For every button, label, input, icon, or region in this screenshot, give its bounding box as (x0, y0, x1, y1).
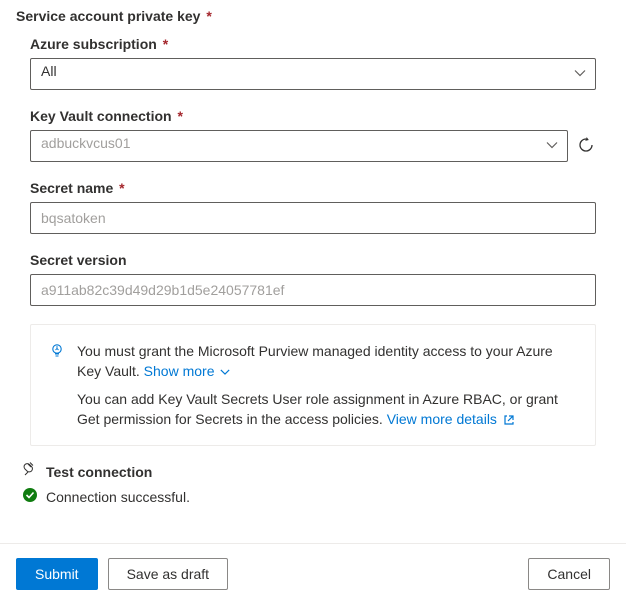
info-box: You must grant the Microsoft Purview man… (30, 324, 596, 446)
show-more-text: Show more (144, 363, 215, 379)
info-para-2: You can add Key Vault Secrets User role … (77, 389, 577, 429)
lightbulb-icon (49, 343, 65, 362)
footer-right: Cancel (528, 558, 610, 590)
keyvault-row: adbuckvcus01 (30, 130, 596, 162)
plug-icon (22, 462, 38, 481)
show-more-link[interactable]: Show more (144, 363, 231, 379)
info-content: You must grant the Microsoft Purview man… (77, 341, 577, 429)
secretversion-input[interactable] (30, 274, 596, 306)
field-secretversion: Secret version (30, 252, 596, 306)
secretname-input[interactable] (30, 202, 596, 234)
subscription-value: All (41, 63, 57, 79)
keyvault-select-wrapper: adbuckvcus01 (30, 130, 568, 162)
field-keyvault: Key Vault connection * adbuckvcus01 (30, 108, 596, 162)
required-mark: * (206, 8, 211, 24)
info-para-1: You must grant the Microsoft Purview man… (77, 341, 577, 381)
required-mark: * (163, 36, 168, 52)
section-title-text: Service account private key (16, 8, 200, 24)
secretname-label-text: Secret name (30, 180, 113, 196)
subscription-select[interactable]: All (30, 58, 596, 90)
secretversion-label-text: Secret version (30, 252, 127, 268)
keyvault-label-text: Key Vault connection (30, 108, 172, 124)
footer-left: Submit Save as draft (16, 558, 228, 590)
refresh-button[interactable] (576, 136, 596, 156)
subscription-label: Azure subscription * (30, 36, 596, 52)
test-status-row: Connection successful. (22, 487, 596, 506)
test-connection-text: Test connection (46, 464, 152, 480)
success-icon (22, 487, 38, 506)
field-secretname: Secret name * (30, 180, 596, 234)
keyvault-placeholder: adbuckvcus01 (41, 135, 131, 151)
form-area: Azure subscription * All Key Vault conne… (0, 28, 626, 568)
subscription-select-wrapper: All (30, 58, 596, 90)
view-more-text: View more details (387, 411, 497, 427)
test-connection-row: Test connection (22, 462, 596, 481)
secretname-label: Secret name * (30, 180, 596, 196)
required-mark: * (119, 180, 124, 196)
subscription-label-text: Azure subscription (30, 36, 157, 52)
field-subscription: Azure subscription * All (30, 36, 596, 90)
section-title: Service account private key * (0, 0, 626, 28)
save-draft-button[interactable]: Save as draft (108, 558, 229, 590)
keyvault-select[interactable]: adbuckvcus01 (30, 130, 568, 162)
test-section: Test connection Connection successful. (30, 462, 596, 506)
cancel-button[interactable]: Cancel (528, 558, 610, 590)
refresh-icon (578, 137, 594, 156)
footer: Submit Save as draft Cancel (0, 543, 626, 604)
chevron-down-icon (220, 367, 230, 377)
keyvault-label: Key Vault connection * (30, 108, 596, 124)
secretversion-label: Secret version (30, 252, 596, 268)
required-mark: * (177, 108, 182, 124)
test-connection-link[interactable]: Test connection (46, 464, 152, 480)
submit-button[interactable]: Submit (16, 558, 98, 590)
test-status-text: Connection successful. (46, 489, 190, 505)
view-more-link[interactable]: View more details (387, 411, 515, 427)
external-link-icon (503, 414, 515, 426)
